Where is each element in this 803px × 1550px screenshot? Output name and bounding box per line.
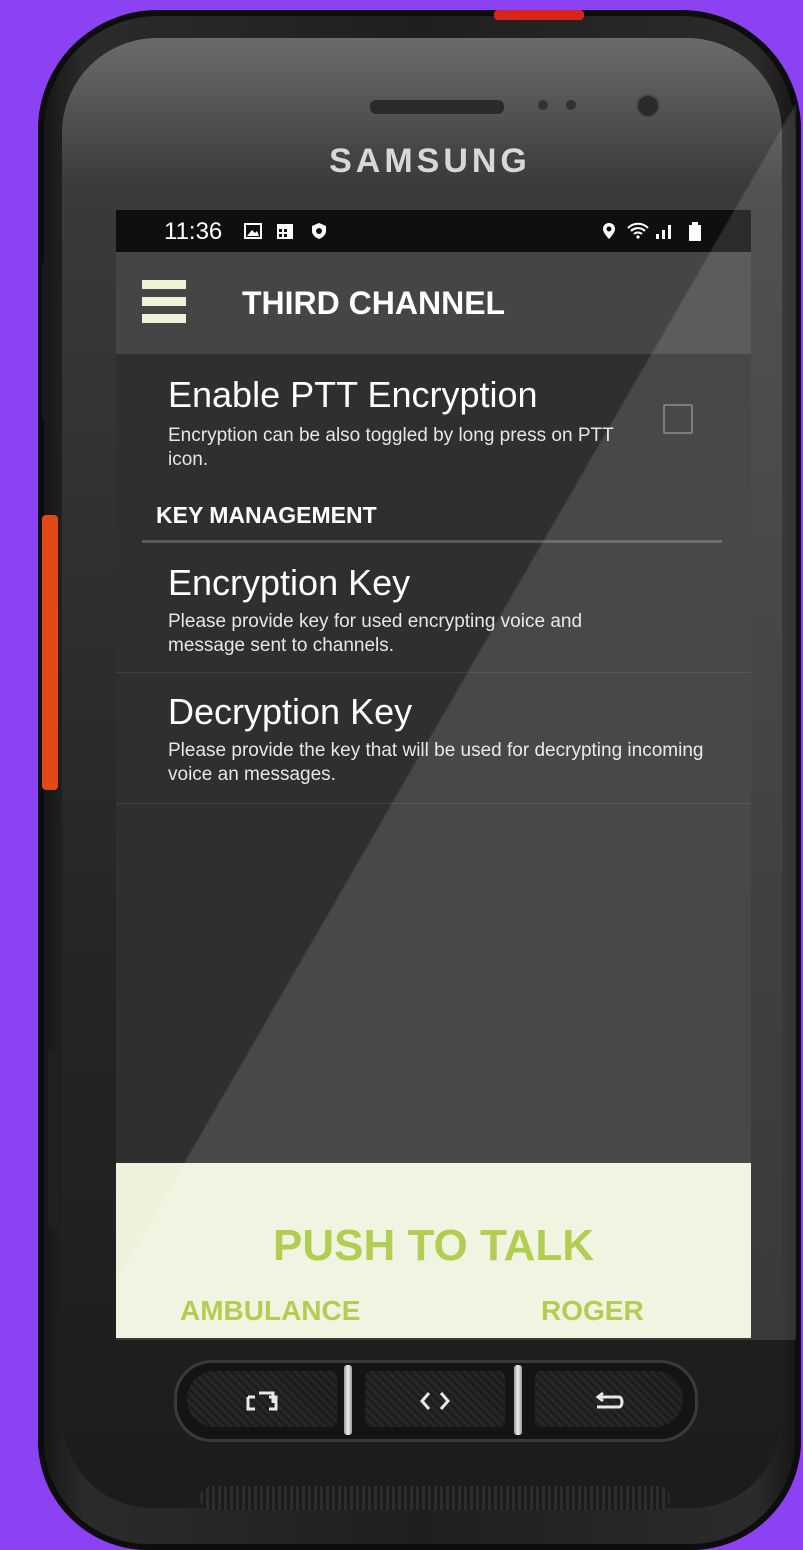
pref-decryption-key[interactable]: Decryption Key Please provide the key th… (116, 673, 751, 804)
recent-apps-icon (245, 1383, 279, 1414)
roger-button[interactable]: ROGER (541, 1295, 644, 1327)
hamburger-menu-icon[interactable] (142, 280, 186, 326)
pref-ptt-encryption[interactable]: Enable PTT Encryption Encryption can be … (116, 354, 751, 488)
section-header-key-management: KEY MANAGEMENT (156, 502, 377, 528)
power-key-top (494, 10, 584, 20)
ptt-side-button (42, 515, 58, 790)
brand-logo: SAMSUNG (329, 142, 531, 180)
pref-decryption-key-summary: Please provide the key that will be used… (168, 740, 704, 785)
back-key[interactable] (535, 1371, 683, 1427)
calendar-icon (276, 222, 294, 240)
home-icon (417, 1383, 453, 1414)
proximity-sensor (538, 100, 548, 110)
location-icon (600, 222, 618, 240)
ptt-encryption-checkbox[interactable] (663, 404, 693, 434)
section-divider (142, 540, 722, 543)
pref-decryption-key-title: Decryption Key (168, 691, 413, 732)
screen: 11:36 THIRD CHANNEL Enable PTT Encryptio… (116, 210, 751, 1338)
pref-ptt-encryption-title: Enable PTT Encryption (168, 374, 538, 415)
signal-icon (654, 222, 676, 240)
pref-encryption-key[interactable]: Encryption Key Please provide key for us… (116, 544, 751, 673)
pref-ptt-encryption-summary: Encryption can be also toggled by long p… (168, 425, 614, 470)
light-sensor (566, 100, 576, 110)
earpiece-speaker (368, 98, 506, 116)
side-key (48, 1050, 58, 1230)
push-to-talk-button[interactable]: PUSH TO TALK (116, 1221, 751, 1271)
key-separator (514, 1365, 522, 1435)
hardware-nav-keys (174, 1360, 698, 1442)
pref-encryption-key-summary: Please provide key for used encrypting v… (168, 611, 583, 656)
gallery-icon (244, 222, 262, 240)
app-title: THIRD CHANNEL (242, 285, 506, 321)
home-key[interactable] (365, 1371, 505, 1427)
back-icon (591, 1383, 627, 1414)
status-time: 11:36 (164, 218, 223, 245)
pref-encryption-key-title: Encryption Key (168, 562, 411, 603)
app-bar: THIRD CHANNEL (116, 252, 751, 354)
bottom-speaker-grille (200, 1486, 670, 1510)
push-to-talk-panel[interactable]: PUSH TO TALK AMBULANCE ROGER (116, 1163, 751, 1338)
status-bar: 11:36 (116, 210, 751, 252)
wifi-icon (626, 222, 652, 240)
front-camera (636, 94, 660, 118)
key-separator (344, 1365, 352, 1435)
battery-icon (686, 222, 704, 241)
recent-apps-key[interactable] (187, 1371, 337, 1427)
shield-icon (310, 222, 328, 240)
ambulance-button[interactable]: AMBULANCE (180, 1295, 360, 1327)
volume-button (42, 262, 52, 422)
